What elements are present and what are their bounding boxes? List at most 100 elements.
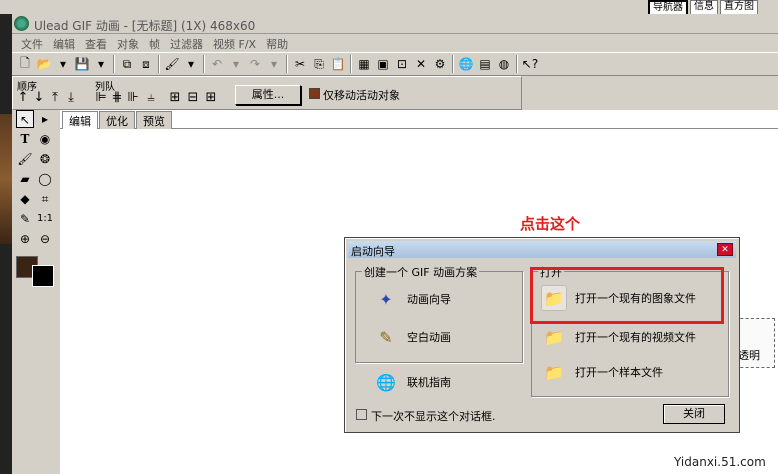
online-guide-label: 联机指南 xyxy=(407,376,451,389)
blank-animation-item[interactable]: ✎ 空白动画 xyxy=(373,324,451,350)
send-to-back-icon[interactable]: ↓ xyxy=(31,90,47,105)
menu-file[interactable]: 文件 xyxy=(16,34,48,51)
menu-view[interactable]: 查看 xyxy=(80,34,112,51)
optimize-icon[interactable]: ▤ xyxy=(476,55,494,73)
panel-tabs: 导航器 信息 直方图 xyxy=(648,0,778,14)
marquee-tool-icon[interactable]: ▸ xyxy=(36,110,54,128)
menu-frame[interactable]: 帧 xyxy=(144,34,165,51)
align-grid2-icon[interactable]: ⊟ xyxy=(185,90,201,105)
view-tabs: 编辑 优化 预览 xyxy=(62,111,173,129)
blank-document-icon: ✎ xyxy=(379,327,393,347)
align-grid3-icon[interactable]: ⊞ xyxy=(203,90,219,105)
paste-icon[interactable]: 📋 xyxy=(329,55,347,73)
title-bar: Ulead GIF 动画 - [无标题] (1X) 468x60 xyxy=(12,14,778,34)
pick-tool-icon[interactable]: ↖ xyxy=(16,110,34,128)
create-group-label: 创建一个 GIF 动画方案 xyxy=(362,264,480,280)
folder-sample-icon: 📁 xyxy=(544,362,564,382)
background-image-fragment xyxy=(0,114,12,244)
dropdown-icon[interactable]: ▾ xyxy=(92,55,110,73)
tab-optimize[interactable]: 优化 xyxy=(99,111,135,129)
animation-wizard-label: 动画向导 xyxy=(407,293,451,306)
export-icon[interactable]: ⧈ xyxy=(137,55,155,73)
properties-button[interactable]: 属性... xyxy=(235,85,301,105)
move-active-label: 仅移动活动对象 xyxy=(323,89,400,102)
align-bottom-icon[interactable]: ⫨ xyxy=(143,90,159,105)
dropdown-icon[interactable]: ▾ xyxy=(182,55,200,73)
lasso2-tool-icon[interactable]: ◯ xyxy=(36,170,54,188)
animation-wizard-item[interactable]: ✦ 动画向导 xyxy=(373,286,451,312)
wand-icon: ✦ xyxy=(379,289,393,309)
align-center-icon[interactable]: ⋕ xyxy=(109,90,125,105)
tab-edit[interactable]: 编辑 xyxy=(62,111,98,129)
menu-bar: 文件 编辑 查看 对象 帧 过滤器 视频 F/X 帮助 xyxy=(12,34,778,51)
tab-info[interactable]: 信息 xyxy=(690,0,718,14)
paint-icon[interactable]: 🖌 xyxy=(163,55,181,73)
folder-video-icon: 📁 xyxy=(544,327,564,347)
text-tool-icon[interactable]: T xyxy=(16,130,34,148)
eraser-tool-icon[interactable]: ▰ xyxy=(16,170,34,188)
zoom-in-icon[interactable]: ⊕ xyxy=(16,230,34,248)
properties-icon[interactable]: ▣ xyxy=(374,55,392,73)
tab-preview[interactable]: 预览 xyxy=(136,111,172,129)
open-sample-file-label: 打开一个样本文件 xyxy=(575,366,663,379)
menu-video-fx[interactable]: 视频 F/X xyxy=(208,34,261,51)
cut-icon[interactable]: ✂ xyxy=(291,55,309,73)
delete-icon[interactable]: ✕ xyxy=(412,55,430,73)
bring-to-front-icon[interactable]: ↑ xyxy=(15,90,31,105)
close-button[interactable]: 关闭 xyxy=(663,404,725,424)
undo-icon[interactable]: ↶ xyxy=(208,55,226,73)
tab-histogram[interactable]: 直方图 xyxy=(720,0,758,14)
open-video-file-item[interactable]: 📁 打开一个现有的视频文件 xyxy=(541,324,696,350)
dropdown-icon[interactable]: ▾ xyxy=(54,55,72,73)
dialog-title-bar: 启动向导 ✕ xyxy=(348,241,736,258)
annotation-text: 点击这个 xyxy=(520,215,581,233)
crop-icon[interactable]: ⊡ xyxy=(393,55,411,73)
frame-icon[interactable]: ▦ xyxy=(355,55,373,73)
align-right-icon[interactable]: ⊪ xyxy=(125,90,141,105)
tab-navigator[interactable]: 导航器 xyxy=(648,0,688,14)
tool-palette: ↖ ▸ T ◉ 🖌 ❂ ▰ ◯ ◆ ⌗ ✎ 1:1 ⊕ ⊖ xyxy=(12,110,60,290)
order-toolbar: 顺序 列队 ↑ ↓ ⤒ ⤓ ⊫ ⋕ ⊪ ⫨ ⊞ ⊟ ⊞ 属性... 仅移动活动对… xyxy=(12,76,522,110)
close-icon[interactable]: ✕ xyxy=(717,243,733,256)
dropdown-icon[interactable]: ▾ xyxy=(265,55,283,73)
crop-tool-icon[interactable]: ⌗ xyxy=(36,190,54,208)
open-sample-file-item[interactable]: 📁 打开一个样本文件 xyxy=(541,359,663,385)
new-icon[interactable]: 🗋 xyxy=(16,55,34,73)
menu-object[interactable]: 对象 xyxy=(112,34,144,51)
actual-size-icon[interactable]: 1:1 xyxy=(36,210,54,228)
eyedropper-tool-icon[interactable]: ✎ xyxy=(16,210,34,228)
align-left-icon[interactable]: ⊫ xyxy=(93,90,109,105)
import-icon[interactable]: ⧉ xyxy=(118,55,136,73)
clone-tool-icon[interactable]: ❂ xyxy=(36,150,54,168)
brush-tool-icon[interactable]: 🖌 xyxy=(16,150,34,168)
app-icon xyxy=(14,16,29,31)
send-backward-icon[interactable]: ⤓ xyxy=(63,90,79,105)
tool-icon[interactable]: ⚙ xyxy=(431,55,449,73)
preview-icon[interactable]: ◍ xyxy=(495,55,513,73)
menu-help[interactable]: 帮助 xyxy=(261,34,293,51)
redo-icon[interactable]: ↷ xyxy=(246,55,264,73)
background-image-strip xyxy=(0,14,12,474)
menu-edit[interactable]: 编辑 xyxy=(48,34,80,51)
copy-icon[interactable]: ⎘ xyxy=(310,55,328,73)
save-icon[interactable]: 💾 xyxy=(73,55,91,73)
bring-forward-icon[interactable]: ⤒ xyxy=(47,90,63,105)
help-icon[interactable]: ↖? xyxy=(521,55,539,73)
menu-filter[interactable]: 过滤器 xyxy=(165,34,208,51)
background-color-swatch[interactable] xyxy=(32,265,54,287)
dont-show-checkbox[interactable] xyxy=(356,409,367,420)
zoom-out-icon[interactable]: ⊖ xyxy=(36,230,54,248)
align-grid-icon[interactable]: ⊞ xyxy=(167,90,183,105)
watermark: Yidanxi.51.com xyxy=(674,455,766,469)
dialog-title: 启动向导 xyxy=(351,245,395,258)
fill-tool-icon[interactable]: ◆ xyxy=(16,190,34,208)
toolbar: 🗋 📂 ▾ 💾 ▾ ⧉ ⧈ 🖌 ▾ ↶ ▾ ↷ ▾ ✂ ⎘ 📋 ▦ ▣ ⊡ ✕ … xyxy=(12,52,778,76)
browser-icon[interactable]: 🌐 xyxy=(457,55,475,73)
dropdown-icon[interactable]: ▾ xyxy=(227,55,245,73)
object-label: 透明 xyxy=(738,349,760,362)
open-icon[interactable]: 📂 xyxy=(35,55,53,73)
move-active-checkbox[interactable] xyxy=(309,88,320,99)
canvas-object[interactable]: 透明 xyxy=(735,318,775,368)
online-guide-item[interactable]: 🌐 联机指南 xyxy=(373,369,451,395)
lasso-tool-icon[interactable]: ◉ xyxy=(36,130,54,148)
